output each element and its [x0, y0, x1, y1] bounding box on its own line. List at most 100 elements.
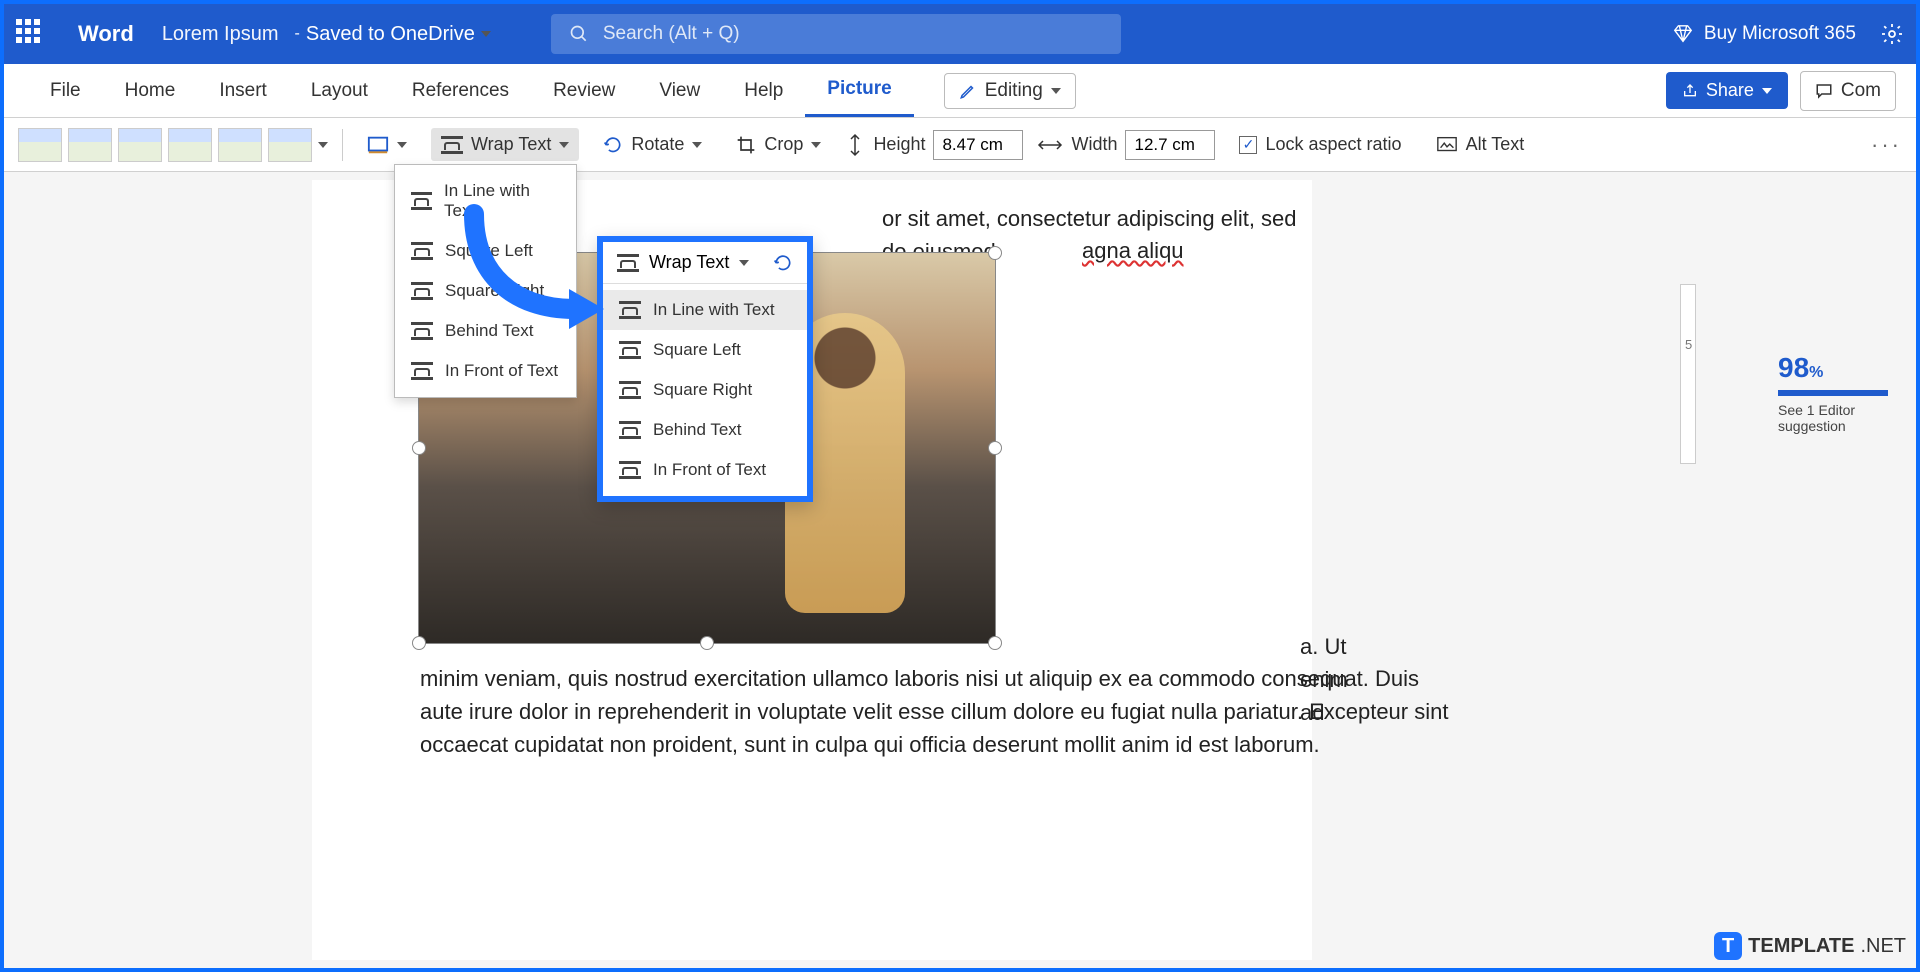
picture-style-3[interactable]	[118, 128, 162, 162]
chevron-down-icon	[811, 142, 821, 148]
chevron-down-icon[interactable]	[318, 142, 328, 148]
crop-label: Crop	[764, 134, 803, 155]
floating-wrap-button[interactable]: Wrap Text	[603, 242, 807, 284]
width-input[interactable]	[1125, 130, 1215, 160]
rotate-label: Rotate	[631, 134, 684, 155]
settings-icon[interactable]	[1880, 22, 1904, 46]
floating-wrap-menu: In Line with Text Square Left Square Rig…	[603, 284, 807, 496]
wrap-inline-icon	[411, 192, 432, 210]
alt-text-button[interactable]: Alt Text	[1426, 128, 1535, 161]
share-label: Share	[1706, 80, 1754, 101]
resize-handle[interactable]	[700, 636, 714, 650]
chevron-down-icon	[739, 260, 749, 266]
resize-handle[interactable]	[988, 441, 1002, 455]
pencil-icon	[959, 82, 977, 100]
wrap-behind-icon	[411, 322, 433, 340]
title-bar: Word Lorem Ipsum - Saved to OneDrive Sea…	[4, 4, 1916, 64]
crop-icon	[736, 135, 756, 155]
crop-button[interactable]: Crop	[726, 128, 831, 161]
menu-layout[interactable]: Layout	[289, 64, 390, 117]
watermark-text: TEMPLATE	[1748, 935, 1854, 958]
menu-help[interactable]: Help	[722, 64, 805, 117]
share-icon	[1682, 83, 1698, 99]
rotate-icon[interactable]	[773, 253, 793, 273]
wrap-sqright-icon	[411, 282, 433, 300]
width-icon	[1037, 136, 1063, 154]
chevron-down-icon	[397, 142, 407, 148]
picture-style-6[interactable]	[268, 128, 312, 162]
comment-icon	[1815, 82, 1833, 100]
alt-text-label: Alt Text	[1466, 134, 1525, 155]
search-icon	[569, 24, 589, 44]
resize-handle[interactable]	[988, 636, 1002, 650]
menu-review[interactable]: Review	[531, 64, 637, 117]
wrap-front-icon	[411, 362, 433, 380]
chevron-down-icon	[481, 31, 491, 37]
buy-label: Buy Microsoft 365	[1704, 23, 1856, 45]
height-icon	[845, 133, 865, 157]
buy-link[interactable]: Buy Microsoft 365	[1672, 23, 1856, 45]
picture-style-4[interactable]	[168, 128, 212, 162]
width-group: Width	[1037, 130, 1215, 160]
doc-paragraph: minim veniam, quis nostrud exercitation …	[420, 662, 1460, 761]
height-input[interactable]	[933, 130, 1023, 160]
picture-style-1[interactable]	[18, 128, 62, 162]
search-input[interactable]: Search (Alt + Q)	[551, 14, 1121, 54]
save-location[interactable]: Saved to OneDrive	[306, 23, 491, 46]
wrap-inline-icon	[619, 301, 641, 319]
checkbox-icon: ✓	[1239, 136, 1257, 154]
doc-text-line: agna aliqu	[1082, 234, 1184, 267]
score-bar	[1778, 390, 1888, 396]
height-group: Height	[845, 130, 1023, 160]
lock-aspect-checkbox[interactable]: ✓ Lock aspect ratio	[1229, 128, 1411, 161]
vertical-ruler: 5	[1680, 284, 1696, 464]
rotate-icon	[603, 135, 623, 155]
wrap-front-icon	[619, 461, 641, 479]
wrap-text-button[interactable]: Wrap Text	[431, 128, 579, 161]
editor-hint[interactable]: See 1 Editor suggestion	[1778, 402, 1906, 434]
picture-border-button[interactable]	[357, 129, 417, 161]
picture-style-2[interactable]	[68, 128, 112, 162]
editing-mode-button[interactable]: Editing	[944, 73, 1076, 109]
picture-styles[interactable]	[18, 128, 328, 162]
annotation-arrow	[454, 204, 614, 334]
save-location-label: Saved to OneDrive	[306, 23, 475, 46]
editor-score-panel[interactable]: 98% See 1 Editor suggestion	[1778, 352, 1906, 434]
wrap-option-front[interactable]: In Front of Text	[603, 450, 807, 490]
diamond-icon	[1672, 23, 1694, 45]
wrap-option-behind[interactable]: Behind Text	[603, 410, 807, 450]
chevron-down-icon	[559, 142, 569, 148]
menu-file[interactable]: File	[28, 64, 103, 117]
resize-handle[interactable]	[412, 636, 426, 650]
menu-insert[interactable]: Insert	[197, 64, 289, 117]
document-canvas: or sit amet, consectetur adipiscing elit…	[4, 172, 1916, 968]
app-launcher-icon[interactable]	[16, 19, 46, 49]
wrap-sqleft-icon	[619, 341, 641, 359]
menu-picture[interactable]: Picture	[805, 64, 913, 117]
menu-view[interactable]: View	[637, 64, 722, 117]
wrap-option-front[interactable]: In Front of Text	[395, 351, 576, 391]
wrap-option-square-right[interactable]: Square Right	[603, 370, 807, 410]
share-button[interactable]: Share	[1666, 72, 1788, 109]
wrap-option-square-left[interactable]: Square Left	[603, 330, 807, 370]
wrap-sqright-icon	[619, 381, 641, 399]
floating-wrap-label: Wrap Text	[649, 252, 729, 273]
wrap-option-inline[interactable]: In Line with Text	[603, 290, 807, 330]
editor-score: 98	[1778, 352, 1809, 383]
document-name[interactable]: Lorem Ipsum	[162, 23, 279, 46]
menu-home[interactable]: Home	[103, 64, 198, 117]
separator: -	[295, 25, 300, 43]
rotate-button[interactable]: Rotate	[593, 128, 712, 161]
wrap-behind-icon	[619, 421, 641, 439]
resize-handle[interactable]	[988, 246, 1002, 260]
ribbon-overflow[interactable]: ···	[1871, 132, 1902, 158]
wrap-text-icon	[441, 136, 463, 154]
menu-bar: File Home Insert Layout References Revie…	[4, 64, 1916, 118]
comments-button[interactable]: Com	[1800, 71, 1896, 111]
picture-style-5[interactable]	[218, 128, 262, 162]
watermark: T TEMPLATE.NET	[1714, 932, 1906, 960]
menu-references[interactable]: References	[390, 64, 531, 117]
resize-handle[interactable]	[412, 441, 426, 455]
border-icon	[367, 135, 389, 155]
wrap-text-label: Wrap Text	[471, 134, 551, 155]
